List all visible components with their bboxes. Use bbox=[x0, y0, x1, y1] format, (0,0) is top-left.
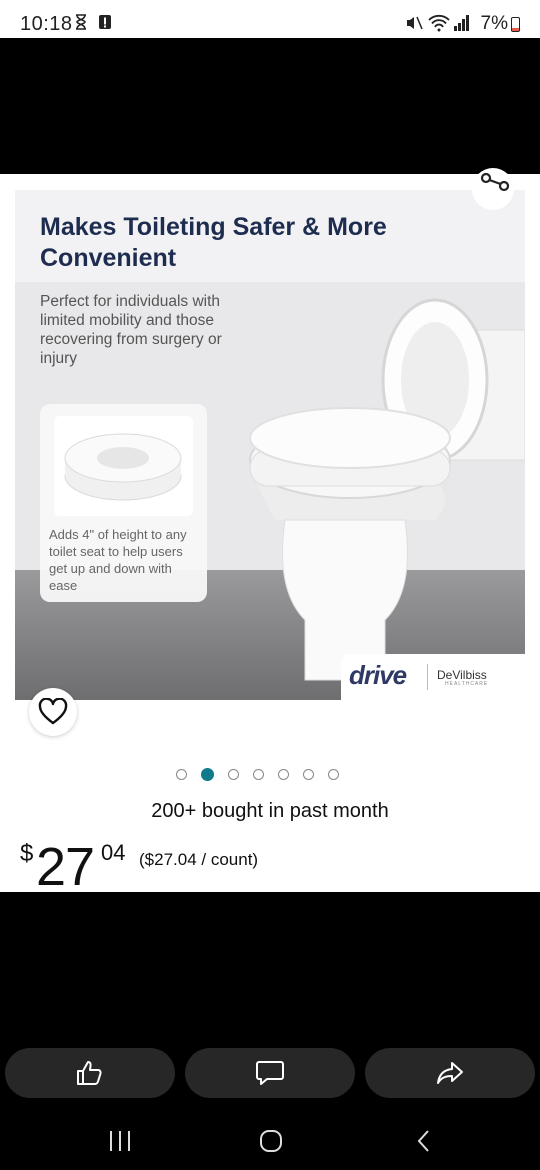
product-card: Makes Toileting Safer & More Convenient … bbox=[0, 168, 540, 897]
carousel-dot[interactable] bbox=[201, 768, 214, 781]
comment-button[interactable] bbox=[185, 1048, 355, 1098]
share-icon bbox=[480, 172, 510, 192]
signal-icon bbox=[454, 15, 469, 31]
battery-icon bbox=[511, 16, 520, 32]
drive-logo: drive bbox=[349, 660, 407, 690]
image-subtext: Perfect for individuals with limited mob… bbox=[40, 293, 222, 367]
carousel-dot[interactable] bbox=[303, 769, 314, 780]
like-button[interactable] bbox=[5, 1048, 175, 1098]
heart-icon bbox=[38, 698, 68, 725]
unit-price: ($27.04 / count) bbox=[139, 850, 259, 869]
battery-percent: 7% bbox=[480, 13, 508, 34]
carousel-dot[interactable] bbox=[176, 769, 187, 780]
back-button[interactable] bbox=[404, 1126, 444, 1156]
forward-button[interactable] bbox=[365, 1048, 535, 1098]
logo-divider bbox=[427, 664, 428, 690]
recents-button[interactable] bbox=[100, 1126, 140, 1156]
status-bar: 10:18 7% bbox=[0, 0, 540, 38]
thumbs-up-icon bbox=[77, 1061, 102, 1085]
share-button[interactable] bbox=[472, 168, 514, 210]
alert-icon bbox=[99, 15, 111, 29]
seat-riser-thumbnail bbox=[54, 416, 193, 516]
carousel-dot[interactable] bbox=[253, 769, 264, 780]
recents-icon bbox=[110, 1131, 130, 1151]
seat-riser-image bbox=[64, 433, 182, 501]
mute-icon bbox=[407, 16, 423, 30]
product-image[interactable]: Makes Toileting Safer & More Convenient … bbox=[15, 190, 525, 700]
devilbiss-logo: DeVilbiss bbox=[437, 668, 487, 682]
image-heading: Makes Toileting Safer & More Convenient bbox=[40, 213, 387, 272]
carousel-dot[interactable] bbox=[328, 769, 339, 780]
wifi-icon bbox=[428, 14, 450, 32]
wishlist-button[interactable] bbox=[29, 688, 77, 736]
battery-indicator: 7% bbox=[481, 13, 520, 35]
back-icon bbox=[417, 1130, 429, 1152]
carousel-dot[interactable] bbox=[228, 769, 239, 780]
feature-caption: Adds 4" of height to any toilet seat to … bbox=[49, 527, 187, 593]
devilbiss-sub: HEALTHCARE bbox=[445, 681, 489, 687]
carousel-dot[interactable] bbox=[278, 769, 289, 780]
price-fraction: 04 bbox=[101, 840, 126, 865]
hourglass-icon bbox=[76, 14, 86, 30]
price-currency: $ bbox=[20, 840, 34, 867]
share-arrow-icon bbox=[437, 1062, 463, 1084]
bought-count: 200+ bought in past month bbox=[151, 800, 389, 822]
price-whole: 27 bbox=[36, 837, 95, 897]
feature-box: Adds 4" of height to any toilet seat to … bbox=[40, 404, 207, 602]
image-carousel-indicator[interactable] bbox=[176, 768, 339, 781]
toilet-illustration bbox=[249, 298, 525, 681]
status-time: 10:18 bbox=[20, 13, 73, 35]
brand-logos: drive DeVilbiss HEALTHCARE bbox=[341, 654, 525, 700]
home-button[interactable] bbox=[251, 1126, 291, 1156]
comment-icon bbox=[256, 1061, 284, 1085]
home-icon bbox=[260, 1130, 282, 1152]
system-nav-bar bbox=[0, 1110, 540, 1170]
